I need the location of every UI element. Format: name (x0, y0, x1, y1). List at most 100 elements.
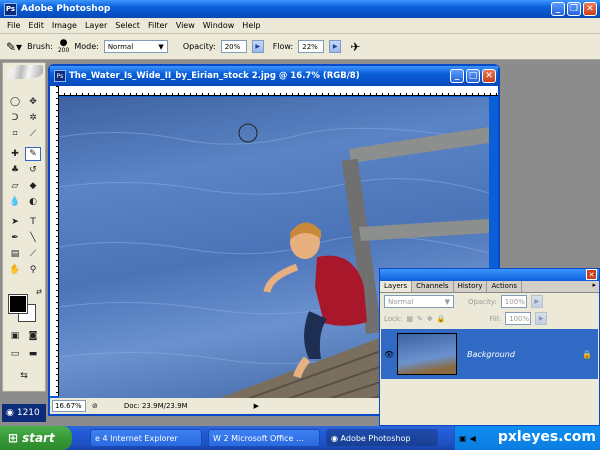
history-brush-icon[interactable]: ↺ (25, 163, 41, 177)
tab-history[interactable]: History (454, 281, 488, 292)
layer-opacity-input[interactable]: 100% (500, 295, 527, 308)
path-select-icon[interactable]: ➤ (7, 215, 23, 229)
panel-menu-icon[interactable]: ▸ (589, 281, 599, 292)
task-internet-explorer[interactable]: e 4 Internet Explorer (90, 429, 202, 447)
menu-select[interactable]: Select (111, 21, 144, 30)
menu-help[interactable]: Help (238, 21, 264, 30)
menu-file[interactable]: File (3, 21, 24, 30)
photoshop-task-icon: ◉ (331, 433, 338, 443)
menu-layer[interactable]: Layer (81, 21, 111, 30)
horizontal-ruler (58, 86, 498, 96)
tab-actions[interactable]: Actions (487, 281, 523, 292)
line-icon[interactable]: ╲ (25, 231, 41, 245)
layer-opacity-label: Opacity: (468, 297, 497, 306)
menu-image[interactable]: Image (48, 21, 81, 30)
mode-select[interactable]: Normal ▼ (103, 40, 168, 53)
minimize-button[interactable]: _ (551, 2, 565, 16)
tab-layers[interactable]: Layers (380, 281, 413, 292)
menu-filter[interactable]: Filter (144, 21, 172, 30)
opacity-slider-button[interactable]: ▶ (251, 40, 264, 53)
task-label: 4 Internet Explorer (102, 433, 178, 443)
brush-icon[interactable]: ✎ (25, 147, 41, 161)
chevron-down-icon: ▼ (158, 42, 164, 51)
zoom-level-input[interactable]: 16.67% (52, 400, 86, 412)
magic-wand-icon[interactable]: ✲ (25, 111, 41, 125)
airbrush-icon[interactable]: ✈ (350, 40, 360, 54)
bucket-icon[interactable]: ◆ (25, 179, 41, 193)
eyedropper-icon[interactable]: ⟋ (25, 247, 41, 261)
layer-row-background[interactable]: 👁 Background 🔒 (381, 329, 598, 379)
minimized-window-tab[interactable]: ◉ 1210 (2, 404, 46, 422)
quickmask-mode-icon[interactable]: ◙ (25, 329, 41, 343)
healing-icon[interactable]: ✚ (7, 147, 23, 161)
restore-button[interactable]: ❐ (567, 2, 581, 16)
notes-icon[interactable]: ▤ (7, 247, 23, 261)
tray-volume-icon[interactable]: ◀ (470, 434, 476, 443)
layers-panel-close-button[interactable]: ✕ (586, 269, 597, 280)
dodge-icon[interactable]: ◐ (25, 195, 41, 209)
lock-fill-row: Lock: ▦ ✎ ✥ 🔒 Fill: 100% ▶ (380, 310, 599, 327)
lock-transparency-icon[interactable]: ▦ (406, 315, 413, 323)
brush-preset-picker[interactable]: ● 200 (57, 38, 70, 55)
layer-opacity-button[interactable]: ▶ (530, 295, 543, 308)
fill-input[interactable]: 100% (505, 312, 532, 325)
opacity-label: Opacity: (182, 42, 216, 51)
doc-minimize-button[interactable]: _ (450, 69, 464, 83)
doc-maximize-button[interactable]: □ (466, 69, 480, 83)
flow-label: Flow: (272, 42, 294, 51)
fullscreen-mode-icon[interactable]: ▬ (25, 347, 41, 361)
foreground-color-swatch[interactable] (8, 294, 28, 314)
stamp-icon[interactable]: ♣ (7, 163, 23, 177)
flow-input[interactable]: 22% (298, 40, 325, 53)
tab-channels[interactable]: Channels (412, 281, 454, 292)
app-window-controls: _ ❐ ✕ (551, 2, 597, 16)
zoom-icon[interactable]: ⚲ (25, 263, 41, 277)
task-adobe-photoshop[interactable]: ◉ Adobe Photoshop (326, 429, 438, 447)
close-button[interactable]: ✕ (583, 2, 597, 16)
lock-all-icon[interactable]: 🔒 (437, 315, 446, 323)
status-menu-arrow-icon[interactable]: ▶ (254, 402, 259, 410)
eye-icon[interactable]: 👁 (384, 350, 394, 359)
menu-window[interactable]: Window (199, 21, 239, 30)
document-window-controls: _ □ ✕ (450, 69, 496, 83)
tray-app-icon[interactable]: ▣ (459, 434, 467, 443)
eraser-icon[interactable]: ▱ (7, 179, 23, 193)
fill-label: Fill: (489, 314, 502, 323)
app-title: Adobe Photoshop (21, 4, 111, 14)
task-microsoft-office[interactable]: W 2 Microsoft Office ... (208, 429, 320, 447)
opacity-input[interactable]: 20% (220, 40, 247, 53)
lasso-icon[interactable]: ᑐ (7, 111, 23, 125)
brush-tool-icon[interactable]: ✎▾ (6, 40, 22, 54)
screen-mode-icon[interactable]: ▭ (7, 347, 23, 361)
document-title: The_Water_Is_Wide_II_by_Eirian_stock 2.j… (69, 71, 360, 81)
menu-view[interactable]: View (172, 21, 199, 30)
start-button[interactable]: ⊞ start (0, 426, 72, 450)
move-icon[interactable]: ✥ (25, 95, 41, 109)
fill-button[interactable]: ▶ (535, 312, 548, 325)
brush-size: 200 (57, 46, 70, 54)
system-tray: ▣ ◀ pxleyes.com (454, 426, 600, 450)
blend-mode-select[interactable]: Normal ▼ (384, 295, 454, 308)
blend-mode-value: Normal (388, 297, 414, 306)
pen-icon[interactable]: ✒ (7, 231, 23, 245)
hand-icon[interactable]: ✋ (7, 263, 23, 277)
blend-opacity-row: Normal ▼ Opacity: 100% ▶ (380, 293, 599, 310)
lock-label: Lock: (384, 314, 403, 323)
swap-colors-icon[interactable]: ⇄ (31, 285, 47, 299)
lock-position-icon[interactable]: ✥ (427, 315, 433, 323)
status-info-icon[interactable]: ⊘ (92, 402, 98, 410)
type-icon[interactable]: T (25, 215, 41, 229)
imageready-icon[interactable]: ⇆ (16, 369, 32, 383)
menu-edit[interactable]: Edit (24, 21, 48, 30)
doc-close-button[interactable]: ✕ (482, 69, 496, 83)
blur-icon[interactable]: 💧 (7, 195, 23, 209)
marquee-icon[interactable]: ◯ (7, 95, 23, 109)
lock-pixels-icon[interactable]: ✎ (417, 315, 423, 323)
standard-mode-icon[interactable]: ▣ (7, 329, 23, 343)
doc-size-readout: Doc: 23.9M/23.9M (123, 402, 188, 410)
watermark: pxleyes.com (497, 429, 596, 445)
slice-icon[interactable]: ⟋ (25, 127, 41, 141)
flow-slider-button[interactable]: ▶ (329, 40, 342, 53)
layers-panel-tabs: Layers Channels History Actions ▸ (380, 281, 599, 293)
crop-icon[interactable]: ⌗ (7, 127, 23, 141)
